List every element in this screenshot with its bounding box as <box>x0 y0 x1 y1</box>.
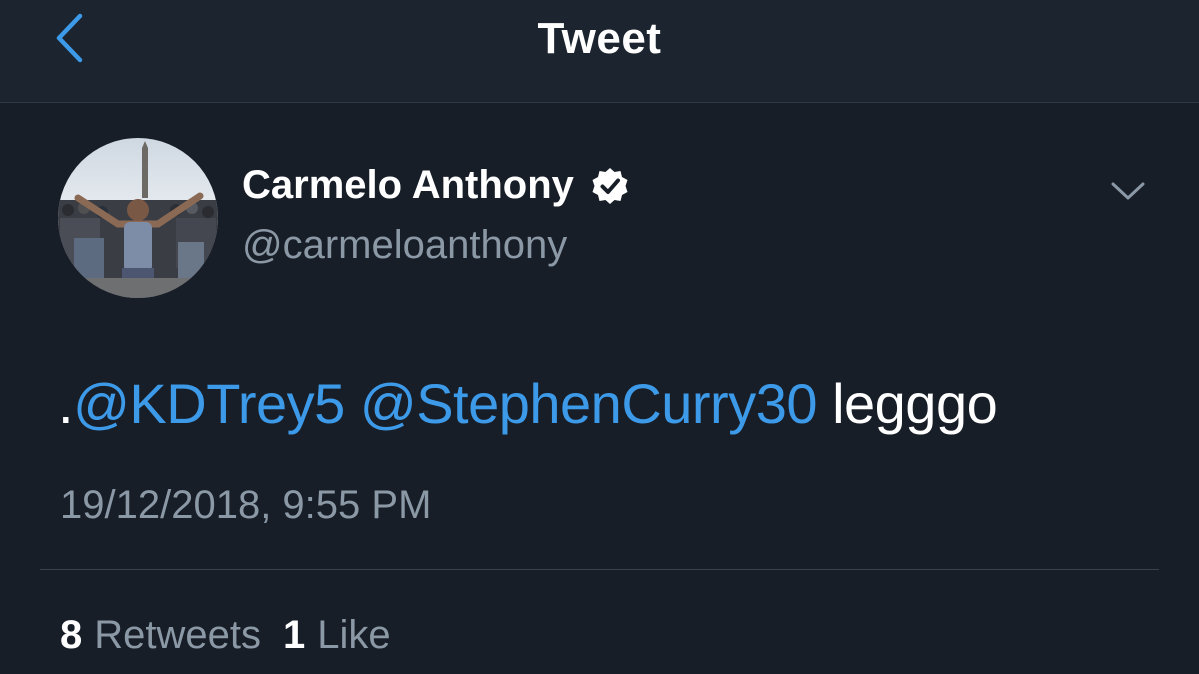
tweet-timestamp: 19/12/2018, 9:55 PM <box>60 483 432 527</box>
more-options-button[interactable] <box>1106 173 1150 213</box>
tweet-card: Carmelo Anthony @carmeloanthony .@KDTrey… <box>0 103 1199 674</box>
avatar[interactable] <box>58 138 218 298</box>
tweet-text: .@KDTrey5 @StephenCurry30 legggo <box>58 371 998 436</box>
tweet-detail-screen: Tweet Carmelo Anthony @carmeloanthony .@… <box>0 0 1199 674</box>
mention-link-kdtrey5[interactable]: @KDTrey5 <box>73 372 345 435</box>
chevron-down-icon <box>1110 180 1146 207</box>
retweets-count: 8 <box>60 613 83 657</box>
retweets-label: Retweets <box>94 613 261 657</box>
navigation-bar: Tweet <box>0 0 1199 103</box>
mention-link-stephencurry30[interactable]: @StephenCurry30 <box>360 372 818 435</box>
page-title: Tweet <box>537 14 662 63</box>
author-name[interactable]: Carmelo Anthony <box>242 163 630 208</box>
likes-stat[interactable]: 1 Like <box>283 613 391 658</box>
likes-count: 1 <box>283 613 306 657</box>
divider <box>40 569 1159 570</box>
author-name-text: Carmelo Anthony <box>242 163 574 207</box>
author-handle[interactable]: @carmeloanthony <box>242 223 567 268</box>
tweet-text-prefix: . <box>58 372 74 435</box>
tweet-text-body: legggo <box>832 372 998 435</box>
retweets-stat[interactable]: 8 Retweets <box>60 613 261 658</box>
verified-badge-icon <box>590 166 630 206</box>
likes-label: Like <box>317 613 391 657</box>
tweet-stats: 8 Retweets 1 Like <box>60 613 413 658</box>
